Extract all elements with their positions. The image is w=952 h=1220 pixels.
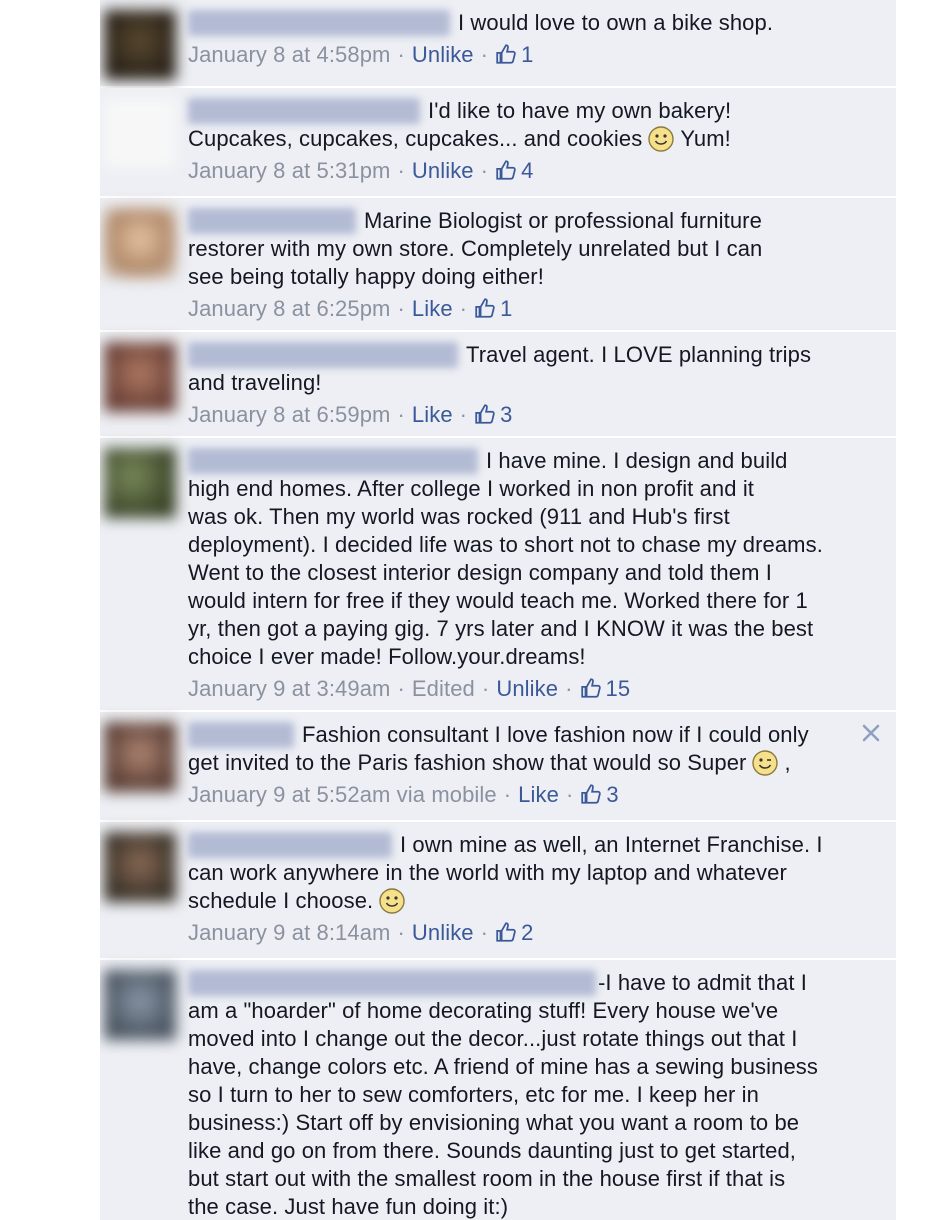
comment: Travel agent. I LOVE planning trips and … (100, 332, 896, 438)
thumbs-up-icon (496, 44, 516, 64)
author-name[interactable] (188, 970, 596, 996)
thumbs-up-icon (475, 404, 495, 424)
comment: I'd like to have my own bakery! Cupcakes… (100, 88, 896, 198)
comment: I have mine. I design and build high end… (100, 438, 896, 712)
comment-date[interactable]: January 9 at 5:52am via mobile (188, 782, 497, 807)
close-icon[interactable] (860, 722, 882, 744)
comment-text: I have mine. I design and build high end… (188, 448, 823, 669)
comment-date[interactable]: January 9 at 8:14am (188, 920, 390, 945)
comment-date[interactable]: January 8 at 5:31pm (188, 158, 390, 183)
author-name[interactable] (188, 98, 420, 124)
like-link[interactable]: Like (412, 296, 453, 321)
comment-text: -I have to admit that I am a "hoarder" o… (188, 970, 819, 1219)
comment-meta: January 8 at 4:58pm · Unlike · 1 (188, 42, 534, 67)
like-count[interactable]: 15 (580, 676, 631, 701)
comment-text: I would love to own a bike shop. (458, 10, 774, 35)
author-name[interactable] (188, 448, 478, 474)
thumbs-up-icon (496, 922, 516, 942)
comment-meta: January 9 at 8:14am · Unlike · 2 (188, 920, 534, 945)
comment: -I have to admit that I am a "hoarder" o… (100, 960, 896, 1220)
comment-meta: January 8 at 6:59pm · Like · 3 (188, 402, 513, 427)
comment-date[interactable]: January 8 at 6:25pm (188, 296, 390, 321)
thumbs-up-icon (581, 784, 602, 804)
unlike-link[interactable]: Unlike (496, 676, 558, 701)
like-count[interactable]: 1 (495, 42, 533, 67)
thumbs-up-icon (475, 298, 495, 318)
comment-text-after: , (784, 750, 791, 775)
author-name[interactable] (188, 832, 392, 858)
comment-date[interactable]: January 8 at 6:59pm (188, 402, 390, 427)
comment-meta: January 8 at 6:25pm · Like · 1 (188, 296, 513, 321)
avatar[interactable] (104, 98, 176, 168)
author-name[interactable] (188, 208, 356, 234)
like-link[interactable]: Like (412, 402, 453, 427)
like-count-value: 1 (500, 296, 513, 321)
comment-date[interactable]: January 9 at 3:49am (188, 676, 390, 701)
comment-meta: January 9 at 3:49am · Edited · Unlike · 15 (188, 676, 631, 701)
comment-feed: I would love to own a bike shop. January… (100, 0, 896, 1220)
comment-text-after: Yum! (680, 126, 731, 151)
unlike-link[interactable]: Unlike (412, 42, 474, 67)
avatar[interactable] (104, 448, 176, 518)
avatar[interactable] (104, 970, 176, 1040)
like-count-value: 4 (521, 158, 534, 183)
like-count[interactable]: 3 (474, 402, 512, 427)
like-count-value: 2 (521, 920, 534, 945)
like-link[interactable]: Like (518, 782, 559, 807)
author-name[interactable] (188, 342, 458, 368)
smiley-icon (379, 888, 405, 914)
like-count-value: 1 (521, 42, 534, 67)
avatar[interactable] (104, 342, 176, 412)
like-count-value: 3 (500, 402, 513, 427)
avatar[interactable] (104, 10, 176, 80)
like-count-value: 15 (605, 676, 631, 701)
like-count-value: 3 (606, 782, 619, 807)
like-count[interactable]: 2 (495, 920, 533, 945)
unlike-link[interactable]: Unlike (412, 158, 474, 183)
smiley-icon (752, 750, 779, 776)
comment: Marine Biologist or professional furnitu… (100, 198, 896, 332)
avatar[interactable] (104, 208, 176, 278)
thumbs-up-icon (496, 160, 516, 180)
comment: I would love to own a bike shop. January… (100, 0, 896, 88)
avatar[interactable] (104, 832, 176, 902)
like-count[interactable]: 3 (580, 782, 619, 807)
comment-meta: January 8 at 5:31pm · Unlike · 4 (188, 158, 534, 183)
comment: I own mine as well, an Internet Franchis… (100, 822, 896, 960)
comment-date[interactable]: January 8 at 4:58pm (188, 42, 390, 67)
like-count[interactable]: 4 (495, 158, 533, 183)
unlike-link[interactable]: Unlike (412, 920, 474, 945)
comment-meta: January 9 at 5:52am via mobile · Like · 3 (188, 782, 619, 807)
thumbs-up-icon (580, 678, 601, 698)
like-count[interactable]: 1 (474, 296, 512, 321)
author-name[interactable] (188, 10, 450, 36)
smiley-icon (648, 126, 675, 152)
comment: Fashion consultant I love fashion now if… (100, 712, 896, 822)
edited-label[interactable]: Edited (412, 676, 475, 701)
avatar[interactable] (104, 722, 176, 792)
author-name[interactable] (188, 722, 294, 748)
